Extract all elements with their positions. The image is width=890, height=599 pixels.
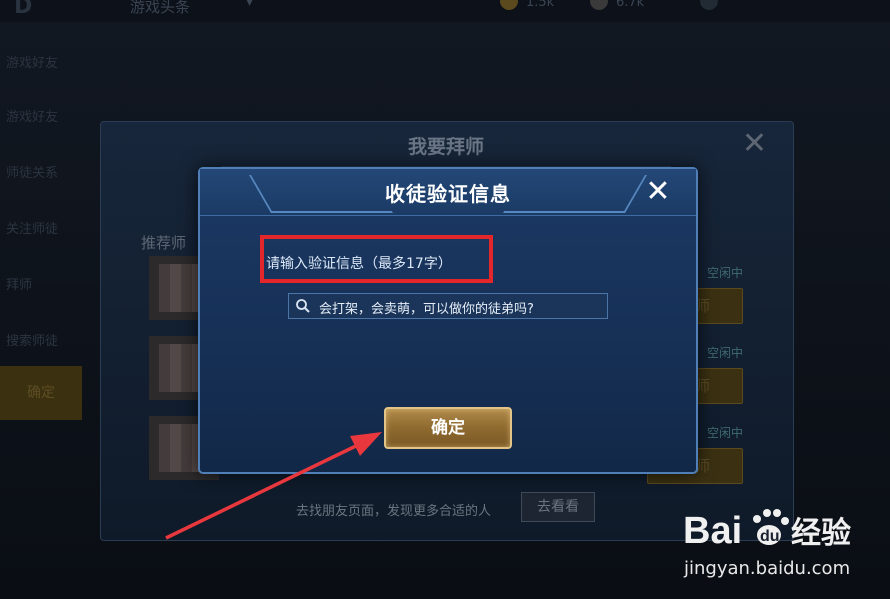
sidebar-confirm-button[interactable]: 确定 xyxy=(0,366,82,420)
sidebar-item[interactable]: 师徒关系 xyxy=(0,162,102,181)
mentor-dialog-header: 我要拜师 xyxy=(221,122,671,168)
diamond-icon xyxy=(590,0,608,10)
status-text: 空闲中 xyxy=(706,426,743,440)
close-icon[interactable]: ✕ xyxy=(742,126,767,161)
search-icon xyxy=(296,299,310,313)
footer-tip: 去找朋友页面，发现更多合适的人 xyxy=(296,504,492,519)
avatar-mosaic xyxy=(159,264,203,312)
avatar-mosaic xyxy=(159,424,203,472)
svg-text:du: du xyxy=(760,528,780,545)
close-icon[interactable]: ✕ xyxy=(640,174,676,210)
top-bar: D 游戏头条 ▾ 1.5k 6.7k xyxy=(0,0,890,22)
confirm-button[interactable]: 确定 xyxy=(384,407,512,449)
sidebar-item[interactable]: 拜师 xyxy=(0,274,102,293)
chevron-down-icon: ▾ xyxy=(246,0,254,10)
verification-dialog: 收徒验证信息 ✕ 请输入验证信息（最多17字） 确定 xyxy=(198,167,698,474)
sidebar-item[interactable]: 游戏好友 xyxy=(0,52,102,71)
baidu-watermark-logo: Bai du 经验 xyxy=(683,509,851,552)
recommend-label: 推荐师 xyxy=(141,234,187,252)
coin-count: 1.5k xyxy=(526,0,555,10)
mentor-dialog-title: 我要拜师 xyxy=(407,136,484,158)
avatar-mosaic xyxy=(159,344,203,392)
verification-dialog-header: 收徒验证信息 xyxy=(200,169,696,216)
sidebar-item[interactable]: 搜索师徒 xyxy=(0,330,102,349)
settings-icon[interactable] xyxy=(700,0,718,10)
status-text: 空闲中 xyxy=(706,266,743,280)
app-logo: D xyxy=(14,0,33,19)
verification-dialog-title: 收徒验证信息 xyxy=(385,182,511,206)
app-title: 游戏头条 xyxy=(130,0,191,16)
go-look-button[interactable]: 去看看 xyxy=(521,492,595,522)
sidebar-item[interactable]: 关注师徒 xyxy=(0,218,102,237)
svg-text:经验: 经验 xyxy=(791,516,851,551)
svg-text:Bai: Bai xyxy=(683,510,742,552)
watermark-url: jingyan.baidu.com xyxy=(684,558,851,579)
verification-input[interactable] xyxy=(317,294,607,320)
verification-input-field[interactable] xyxy=(288,293,608,320)
highlight-box xyxy=(260,235,493,283)
sidebar-item[interactable]: 游戏好友 xyxy=(0,106,102,125)
diamond-count: 6.7k xyxy=(616,0,645,10)
coin-icon xyxy=(500,0,518,10)
status-text: 空闲中 xyxy=(706,346,743,360)
